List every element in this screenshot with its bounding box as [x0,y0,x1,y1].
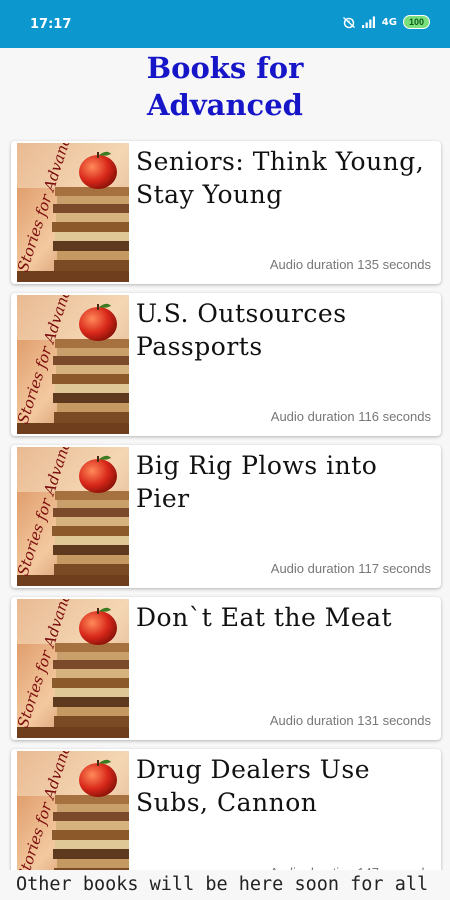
alarm-icon [342,17,355,29]
book-title: Big Rig Plows into Pier [136,451,378,513]
book-title: Seniors: Think Young, Stay Young [136,147,425,209]
cover-art: Stories for Advanced [14,293,129,434]
book-card[interactable]: Stories for Advanced Seniors: Think Youn… [11,141,441,284]
cover-art: Stories for Advanced [14,597,129,738]
network-label: 4G [381,16,397,28]
cover-art: Stories for Advanced [14,445,129,586]
signal-icon [361,16,375,28]
battery-icon: 100 [402,15,430,29]
book-card[interactable]: Stories for Advanced U.S. Outsources Pas… [11,293,441,436]
footer-note: Other books will be here soon for all [0,870,450,900]
page-title-line-1: Books for [146,51,304,85]
status-bar: 17:17 4G 100 [0,0,450,48]
book-cover-image: Stories for Advanced [14,141,129,282]
status-icons: 4G 100 [342,15,430,29]
page-title-line-2: Advanced [147,88,303,122]
book-cover-image: Stories for Advanced [14,597,129,738]
status-time: 17:17 [30,17,72,32]
cover-art: Stories for Advanced [14,141,129,282]
book-title: Don`t Eat the Meat [136,603,393,632]
book-title: U.S. Outsources Passports [136,299,347,361]
audio-duration: Audio duration 116 seconds [270,409,431,424]
book-card[interactable]: Stories for Advanced Big Rig Plows into … [11,445,441,588]
page-title: Books for Advanced [90,50,360,124]
audio-duration: Audio duration 131 seconds [269,713,431,728]
audio-duration: Audio duration 117 seconds [270,561,431,576]
book-title: Drug Dealers Use Subs, Cannon [136,755,371,817]
book-cover-image: Stories for Advanced [14,445,129,586]
book-cover-image: Stories for Advanced [14,293,129,434]
book-list: Stories for Advanced Seniors: Think Youn… [11,141,441,900]
book-card[interactable]: Stories for Advanced Don`t Eat the Meat A… [11,597,441,740]
audio-duration: Audio duration 135 seconds [269,257,431,272]
